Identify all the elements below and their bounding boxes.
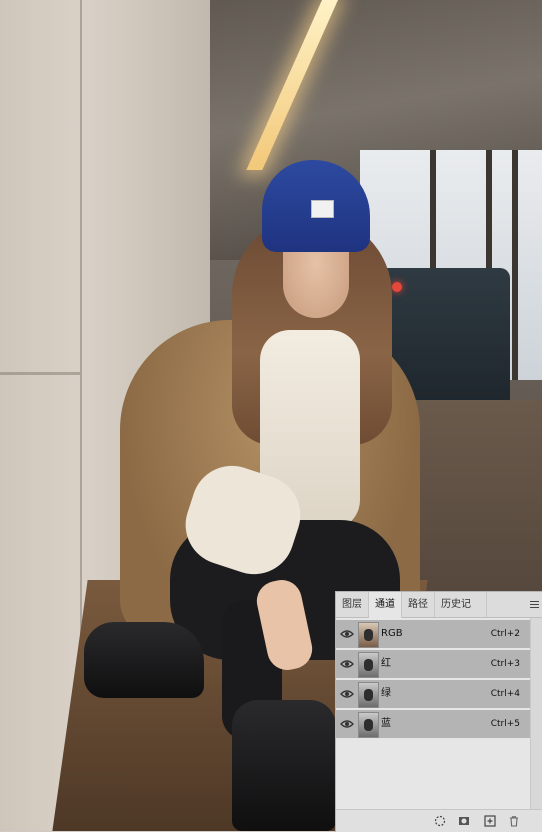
channel-list: RGB Ctrl+2 红 Ctrl+3 绿 Ctrl+4 蓝 Ctrl+5 [336, 620, 530, 740]
tab-history[interactable]: 历史记录 [435, 592, 487, 635]
eye-icon[interactable] [340, 718, 354, 730]
channel-shortcut: Ctrl+4 [490, 689, 520, 699]
eye-icon[interactable] [340, 628, 354, 640]
channel-shortcut: Ctrl+5 [490, 719, 520, 729]
save-selection-icon[interactable] [458, 815, 470, 827]
boot-right [232, 700, 336, 831]
boot-left [84, 622, 204, 698]
window-frame [512, 150, 518, 380]
channels-panel: 图层 通道 路径 历史记录 RGB Ctrl+2 红 Ctrl+3 [335, 591, 542, 832]
tile-joint [0, 372, 80, 375]
channel-thumbnail [358, 682, 379, 708]
panel-bottom-bar [336, 809, 542, 832]
channel-row-green[interactable]: 绿 Ctrl+4 [336, 680, 530, 708]
train-light [392, 282, 402, 292]
channel-row-blue[interactable]: 蓝 Ctrl+5 [336, 710, 530, 738]
tab-paths[interactable]: 路径 [402, 592, 435, 617]
eye-icon[interactable] [340, 688, 354, 700]
panel-tabbar: 图层 通道 路径 历史记录 [336, 592, 542, 635]
trash-icon[interactable] [508, 815, 520, 827]
channel-name: 绿 [381, 688, 391, 699]
panel-menu-icon[interactable] [530, 601, 539, 608]
tab-channels[interactable]: 通道 [369, 592, 402, 618]
panel-scrollbar[interactable] [530, 618, 542, 810]
channel-row-red[interactable]: 红 Ctrl+3 [336, 650, 530, 678]
beanie-tag [311, 200, 334, 218]
channel-name: RGB [381, 628, 403, 639]
channel-shortcut: Ctrl+3 [490, 659, 520, 669]
eye-icon[interactable] [340, 658, 354, 670]
channel-thumbnail [358, 652, 379, 678]
new-channel-icon[interactable] [484, 815, 496, 827]
channel-shortcut: Ctrl+2 [490, 629, 520, 639]
channel-row-rgb[interactable]: RGB Ctrl+2 [336, 620, 530, 648]
load-selection-icon[interactable] [434, 815, 446, 827]
channel-name: 蓝 [381, 718, 391, 729]
tab-layers[interactable]: 图层 [336, 592, 369, 617]
channel-thumbnail [358, 622, 379, 648]
channel-name: 红 [381, 658, 391, 669]
channel-thumbnail [358, 712, 379, 738]
